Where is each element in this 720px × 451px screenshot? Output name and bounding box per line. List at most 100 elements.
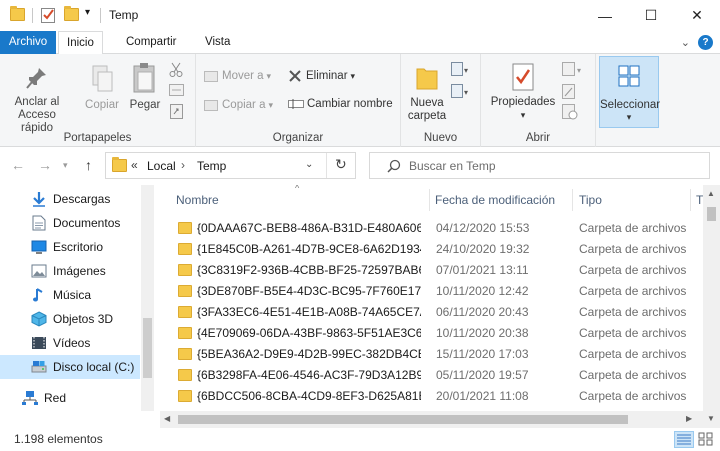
new-item-icon[interactable]: ▾ — [451, 62, 473, 81]
sidebar-item-musica[interactable]: Música — [0, 283, 140, 307]
cube-icon — [31, 311, 47, 327]
group-abrir: Propiedades ▾ ▾ Abrir — [481, 54, 596, 147]
table-row[interactable]: {1E845C0B-A261-4D7B-9CE8-6A62D1934 24/10/… — [160, 239, 700, 260]
nav-scrollbar[interactable] — [141, 185, 154, 411]
nav-scrollbar-thumb[interactable] — [143, 318, 152, 378]
select-dropdown-icon: ▾ — [626, 112, 632, 122]
details-view-icon[interactable] — [674, 431, 694, 448]
folder-icon — [178, 222, 192, 234]
tab-vista[interactable]: Vista — [197, 31, 238, 54]
vertical-scrollbar-thumb[interactable] — [707, 207, 716, 221]
divider — [32, 8, 33, 23]
table-row[interactable]: {0DAAA67C-BEB8-486A-B31D-E480A6068 04/12/… — [160, 218, 700, 239]
column-header-name[interactable]: Nombre — [176, 185, 219, 215]
sidebar-item-disco-local[interactable]: Disco local (C:) — [0, 355, 140, 379]
cut-icon[interactable] — [169, 62, 183, 81]
scroll-up-icon[interactable]: ▲ — [707, 189, 715, 198]
table-row[interactable]: {3FA33EC6-4E51-4E1B-A08B-74A65CE7A9 06/11… — [160, 302, 700, 323]
help-icon[interactable]: ? — [698, 35, 713, 50]
breadcrumb-overflow[interactable]: « — [131, 158, 138, 172]
sidebar-item-documentos[interactable]: Documentos — [0, 211, 140, 235]
rename-button[interactable]: Cambiar nombre — [288, 98, 393, 110]
search-input[interactable]: Buscar en Temp — [369, 152, 710, 179]
sidebar-item-objetos3d[interactable]: Objetos 3D — [0, 307, 140, 331]
new-folder-button[interactable]: Nueva carpeta — [407, 63, 447, 123]
sidebar-item-label: Música — [53, 288, 92, 302]
folder-icon — [178, 264, 192, 276]
paste-shortcut-icon[interactable] — [170, 104, 183, 122]
search-placeholder: Buscar en Temp — [409, 159, 496, 173]
sidebar-item-videos[interactable]: Vídeos — [0, 331, 140, 355]
tab-archivo[interactable]: Archivo — [0, 31, 56, 54]
scroll-down-icon[interactable]: ▼ — [707, 414, 715, 423]
divider[interactable] — [690, 189, 691, 211]
sidebar-item-descargas[interactable]: Descargas — [0, 187, 140, 211]
column-header-date[interactable]: Fecha de modificación — [435, 185, 555, 215]
close-button[interactable]: ✕ — [674, 0, 720, 31]
scroll-right-icon[interactable]: ▶ — [686, 414, 692, 423]
select-button[interactable]: Seleccionar ▾ — [599, 56, 660, 128]
properties-button[interactable]: Propiedades ▾ — [489, 62, 557, 122]
tab-compartir[interactable]: Compartir — [118, 31, 184, 54]
move-to-button[interactable]: Mover a ▾ — [204, 69, 271, 83]
back-arrow-icon[interactable]: ← — [11, 157, 25, 173]
properties-quick-icon[interactable] — [41, 7, 56, 26]
breadcrumb-separator[interactable]: › — [181, 158, 185, 172]
breadcrumb-temp[interactable]: Temp — [197, 159, 226, 173]
paste-button[interactable]: Pegar — [127, 62, 163, 112]
tab-inicio[interactable]: Inicio — [58, 31, 103, 55]
table-row[interactable]: {3DE870BF-B5E4-4D3C-BC95-7F760E173B 10/11… — [160, 281, 700, 302]
copy-path-icon[interactable] — [169, 84, 184, 99]
address-dropdown-icon[interactable]: ⌄ — [305, 159, 313, 170]
easy-access-icon[interactable]: ▾ — [451, 84, 473, 103]
refresh-icon[interactable]: ↻ — [335, 156, 347, 173]
folder-icon — [178, 327, 192, 339]
pin-quick-access-button[interactable]: Anclar al Acceso rápido — [4, 66, 70, 135]
horizontal-scrollbar[interactable]: ◀ ▶ ▼ — [160, 411, 720, 428]
divider[interactable] — [429, 189, 430, 211]
divider[interactable] — [572, 189, 573, 211]
large-icons-view-icon[interactable] — [698, 432, 713, 449]
properties-dropdown-icon: ▾ — [520, 110, 526, 120]
table-row[interactable]: {6B3298FA-4E06-4546-AC3F-79D3A12B9F 05/11… — [160, 365, 700, 386]
breadcrumb-local[interactable]: Local — [147, 159, 176, 173]
table-row[interactable]: {6BDCC506-8CBA-4CD9-8EF3-D625A81E 20/01/2… — [160, 386, 700, 407]
history-icon[interactable] — [562, 104, 578, 123]
customize-quick-access-icon[interactable]: ▾ — [85, 7, 90, 18]
table-row[interactable]: {5BEA36A2-D9E9-4D2B-99EC-382DB4CE5 15/11/… — [160, 344, 700, 365]
file-date: 10/11/2020 12:42 — [436, 284, 529, 298]
edit-icon[interactable] — [562, 84, 576, 103]
scroll-left-icon[interactable]: ◀ — [164, 414, 170, 423]
file-type: Carpeta de archivos — [579, 284, 687, 298]
file-type: Carpeta de archivos — [579, 368, 687, 382]
new-folder-quick-icon[interactable] — [64, 6, 79, 21]
open-icon[interactable]: ▾ — [562, 62, 586, 80]
desktop-icon — [31, 239, 47, 255]
up-arrow-icon[interactable]: ↑ — [85, 157, 92, 173]
delete-button[interactable]: Eliminar ▾ — [288, 69, 355, 83]
vertical-scrollbar[interactable]: ▲ — [703, 185, 720, 411]
file-type: Carpeta de archivos — [579, 221, 687, 235]
new-folder-label-2: carpeta — [407, 110, 447, 122]
sidebar-item-escritorio[interactable]: Escritorio — [0, 235, 140, 259]
recent-locations-icon[interactable]: ▾ — [63, 160, 68, 171]
address-bar[interactable]: « Local › Temp ⌄ ↻ — [105, 152, 356, 179]
table-row[interactable]: {3C8319F2-936B-4CBB-BF25-72597BAB6 07/01/… — [160, 260, 700, 281]
copy-button[interactable]: Copiar — [84, 64, 120, 112]
column-header-type[interactable]: Tipo — [579, 185, 602, 215]
file-date: 06/11/2020 20:43 — [436, 305, 529, 319]
sidebar-item-imagenes[interactable]: Imágenes — [0, 259, 140, 283]
table-row[interactable]: {4E709069-06DA-43BF-9863-5F51AE3C64 10/11… — [160, 323, 700, 344]
sidebar-item-red[interactable]: Red — [0, 386, 140, 410]
copy-label: Copiar — [85, 99, 119, 111]
file-name: {3C8319F2-936B-4CBB-BF25-72597BAB6 — [197, 263, 421, 277]
minimize-button[interactable]: — — [582, 0, 628, 31]
collapse-ribbon-icon[interactable]: ⌄ — [681, 36, 690, 49]
sidebar-item-label: Escritorio — [53, 240, 104, 254]
maximize-button[interactable]: ☐ — [628, 0, 674, 31]
copy-to-button[interactable]: Copiar a ▾ — [204, 98, 273, 112]
file-type: Carpeta de archivos — [579, 242, 687, 256]
file-date: 15/11/2020 17:03 — [436, 347, 529, 361]
horizontal-scrollbar-thumb[interactable] — [178, 415, 628, 424]
forward-arrow-icon[interactable]: → — [38, 157, 52, 173]
